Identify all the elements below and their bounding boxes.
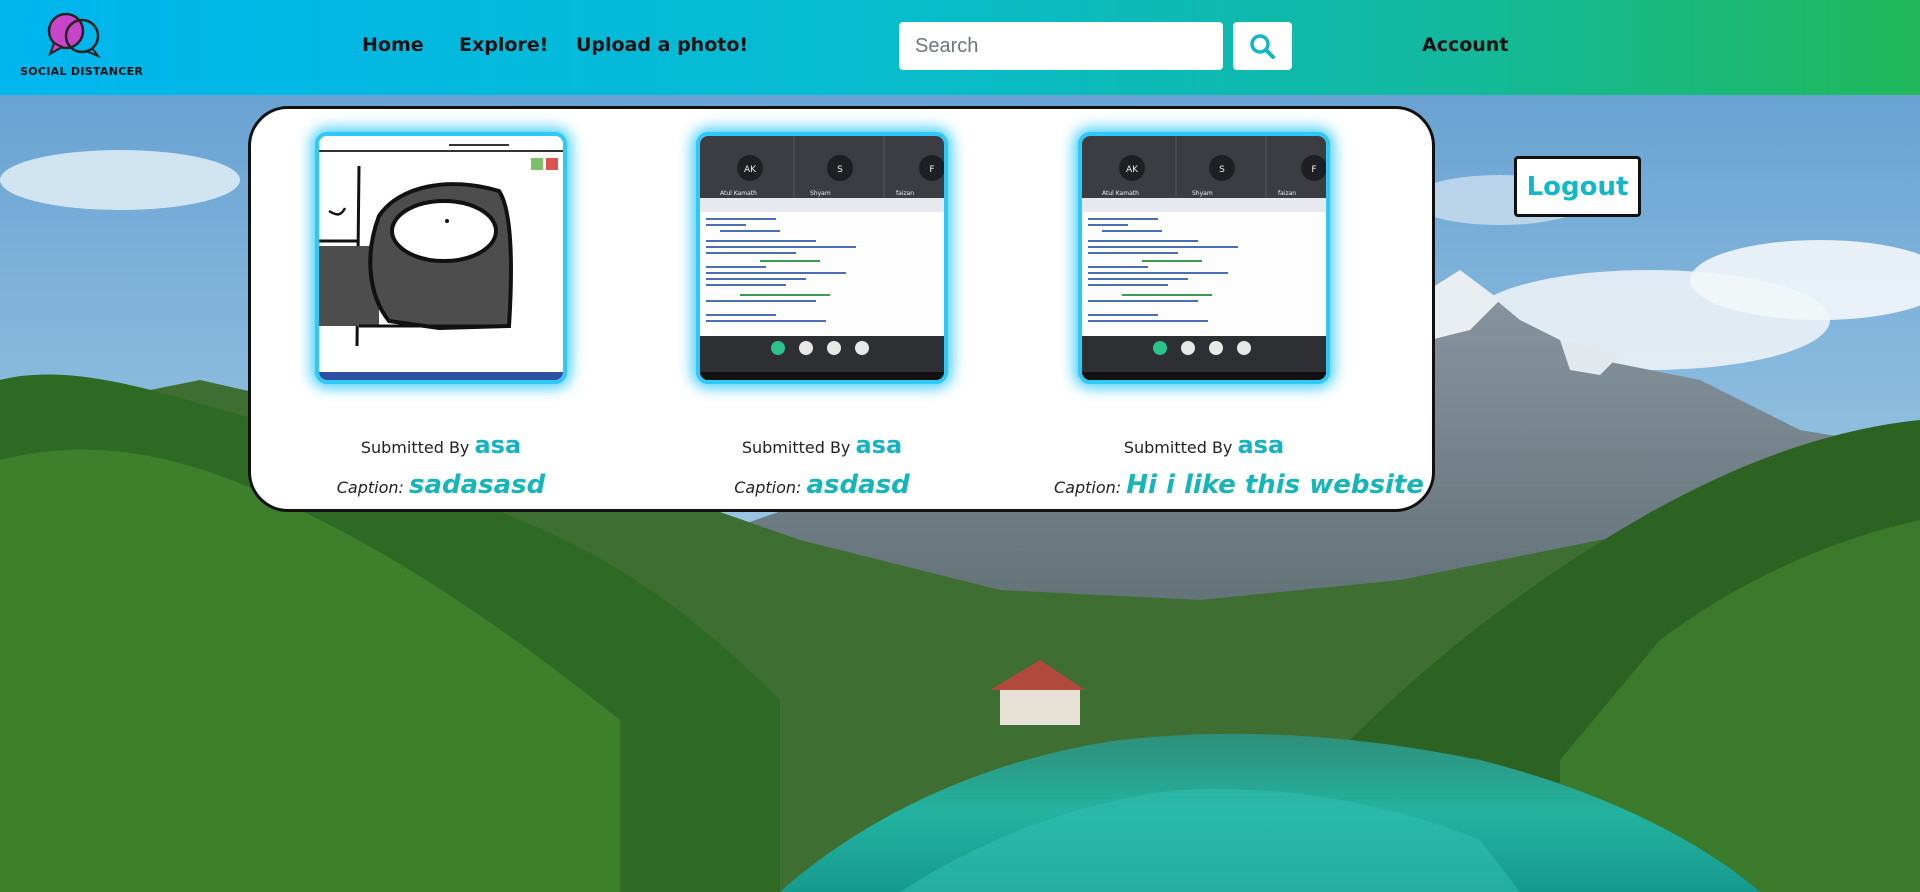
post-author-link[interactable]: asa	[474, 431, 521, 459]
brand-name: SOCIAL DISTANCER	[20, 65, 144, 78]
nav-link-account[interactable]: Account	[1422, 34, 1508, 56]
nav-link-home[interactable]: Home	[362, 34, 424, 56]
logout-button[interactable]: Logout	[1514, 156, 1641, 217]
submitted-by-line: Submitted By asa	[291, 431, 591, 459]
participant-name: Shyam	[1192, 190, 1213, 197]
caption-text: asdasd	[806, 470, 910, 500]
search-button[interactable]	[1233, 22, 1292, 70]
post-card: Submitted By asa Caption: sadasasd	[291, 132, 591, 502]
participant-initials: AK	[1126, 165, 1139, 175]
post-author-link[interactable]: asa	[855, 431, 902, 459]
caption-label: Caption:	[1054, 478, 1122, 497]
participant-initials: AK	[744, 165, 757, 175]
caption-label: Caption:	[734, 478, 802, 497]
post-photo[interactable]	[315, 132, 567, 384]
participant-name: Atul Kamath	[720, 190, 757, 197]
search-icon	[1250, 34, 1275, 59]
post-card: AK S F Atul Kamath Shyam faizan Submitte…	[1054, 132, 1424, 502]
post-photo[interactable]: AK S F Atul Kamath Shyam faizan	[1078, 132, 1330, 384]
submitted-by-label: Submitted By	[741, 438, 851, 457]
nav-link-explore[interactable]: Explore!	[459, 34, 548, 56]
participant-name: Atul Kamath	[1102, 190, 1139, 197]
screenshot-image: AK S F Atul Kamath Shyam faizan	[700, 136, 944, 380]
participant-name: faizan	[1278, 190, 1296, 197]
caption-text: sadasasd	[408, 470, 546, 500]
submitted-by-label: Submitted By	[1123, 438, 1233, 457]
caption-text: Hi i like this website	[1126, 470, 1424, 500]
post-author-link[interactable]: asa	[1237, 431, 1284, 459]
caption-line: Caption: sadasasd	[291, 470, 591, 500]
participant-name: Shyam	[810, 190, 831, 197]
participant-initials: S	[837, 165, 843, 175]
top-navbar: SOCIAL DISTANCER Home Explore! Upload a …	[0, 0, 1920, 95]
participant-name: faizan	[896, 190, 914, 197]
caption-line: Caption: asdasd	[672, 470, 972, 500]
drawing-image	[319, 136, 563, 380]
submitted-by-label: Submitted By	[360, 438, 470, 457]
participant-initials: F	[1311, 165, 1316, 175]
post-card: AK S F Atul Kamath Shyam faizan Submitte…	[672, 132, 972, 502]
caption-line: Caption: Hi i like this website	[1054, 470, 1424, 500]
nav-link-upload[interactable]: Upload a photo!	[576, 34, 748, 56]
search-input[interactable]	[899, 22, 1223, 70]
screenshot-image: AK S F Atul Kamath Shyam faizan	[1082, 136, 1326, 380]
caption-label: Caption:	[336, 478, 404, 497]
participant-initials: F	[929, 165, 934, 175]
post-photo[interactable]: AK S F Atul Kamath Shyam faizan	[696, 132, 948, 384]
brand-logo[interactable]: SOCIAL DISTANCER	[18, 12, 144, 82]
chat-bubbles-icon	[47, 12, 101, 58]
submitted-by-line: Submitted By asa	[672, 431, 972, 459]
photo-gallery-card: Submitted By asa Caption: sadasasd AK S …	[248, 106, 1435, 512]
participant-initials: S	[1219, 165, 1225, 175]
submitted-by-line: Submitted By asa	[1054, 431, 1354, 459]
